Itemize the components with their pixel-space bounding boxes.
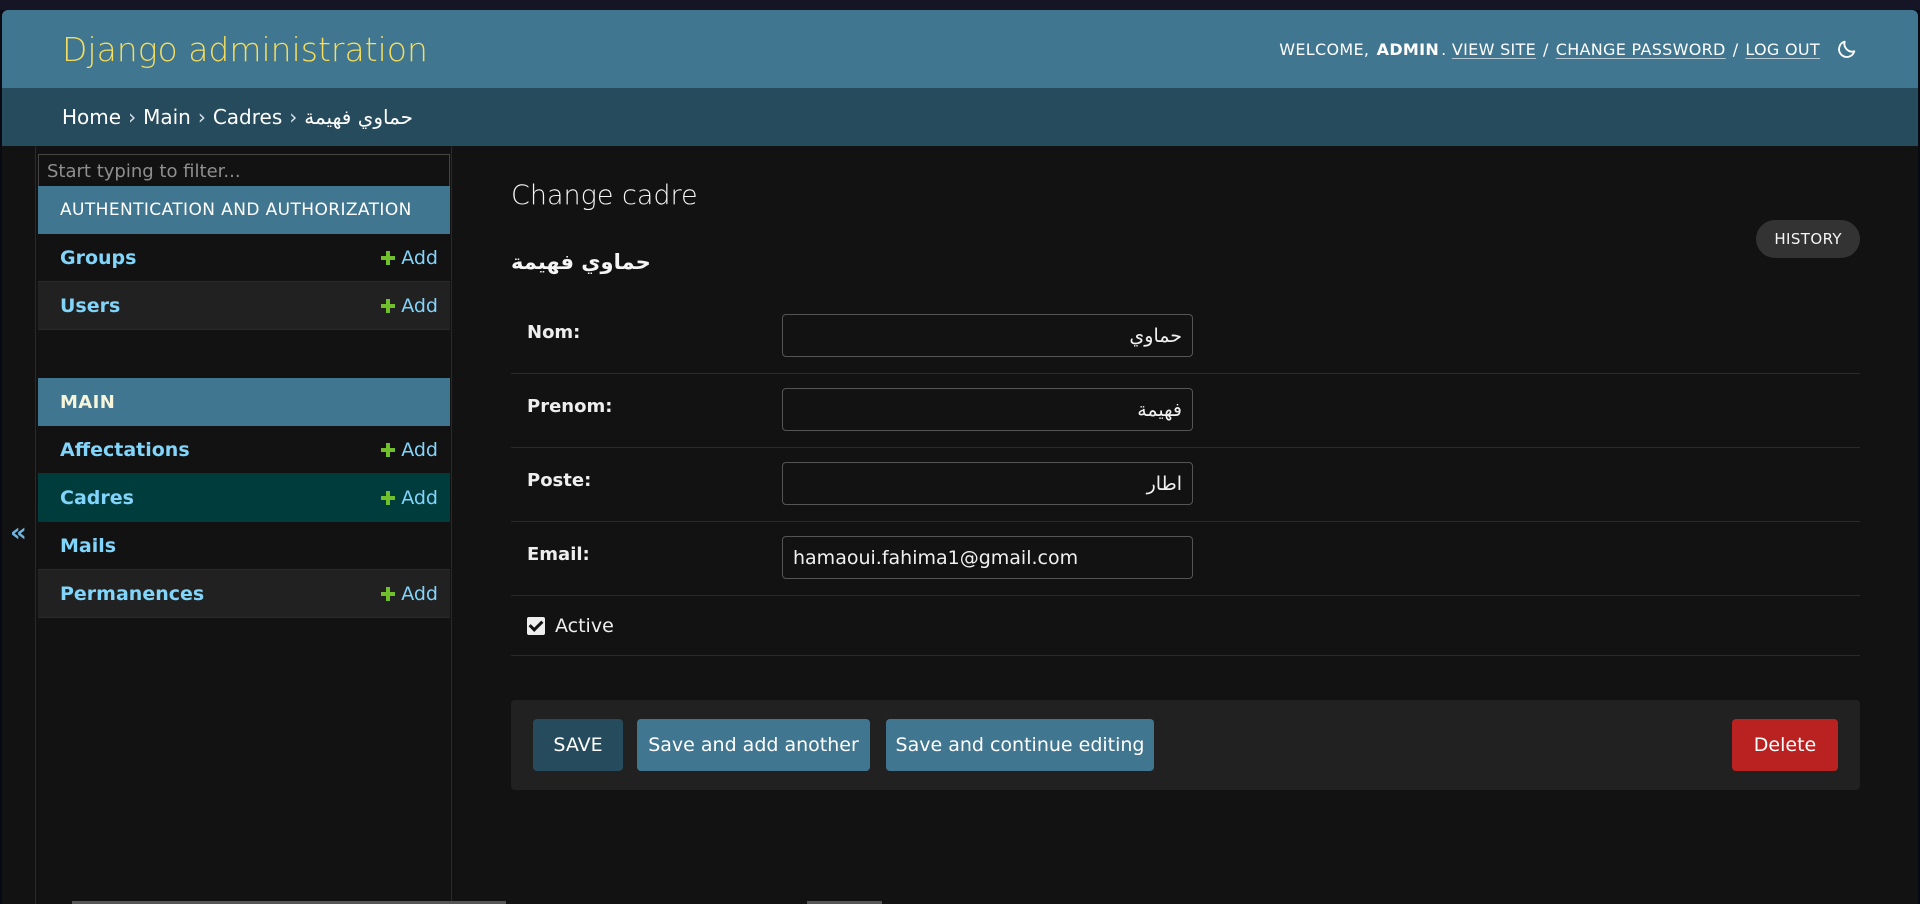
- change-password-link[interactable]: CHANGE PASSWORD: [1556, 40, 1726, 59]
- add-users-link[interactable]: Add: [381, 295, 438, 317]
- add-label: Add: [401, 246, 438, 269]
- breadcrumb-main[interactable]: Main: [143, 105, 191, 129]
- plus-icon: [381, 298, 396, 313]
- permanences-link[interactable]: Permanences: [60, 583, 204, 605]
- add-label: Add: [401, 294, 438, 317]
- page-title: Change cadre: [511, 180, 698, 211]
- user-tools: WELCOME, ADMIN . VIEW SITE / CHANGE PASS…: [1279, 38, 1858, 60]
- add-label: Add: [401, 486, 438, 509]
- breadcrumb-home[interactable]: Home: [62, 105, 121, 129]
- separator: /: [1543, 39, 1549, 59]
- nav-filter-input[interactable]: [38, 154, 450, 188]
- active-checkbox[interactable]: [527, 616, 545, 635]
- form-row-active: Active: [511, 596, 1860, 656]
- plus-icon: [381, 442, 396, 457]
- breadcrumb-separator: ›: [289, 105, 298, 129]
- breadcrumb-cadres[interactable]: Cadres: [213, 105, 282, 129]
- username: ADMIN: [1376, 39, 1440, 59]
- form-row-prenom: Prenom:: [511, 374, 1860, 448]
- plus-icon: [381, 250, 396, 265]
- form-row-email: Email:: [511, 522, 1860, 596]
- sidebar-item-permanences: Permanences Add: [38, 570, 450, 618]
- collapse-sidebar-button[interactable]: «: [10, 518, 27, 548]
- add-label: Add: [401, 438, 438, 461]
- plus-icon: [381, 490, 396, 505]
- view-site-link[interactable]: VIEW SITE: [1452, 40, 1536, 59]
- active-label[interactable]: Active: [555, 615, 614, 637]
- form-row-poste: Poste:: [511, 448, 1860, 522]
- form-row-nom: Nom:: [511, 300, 1860, 374]
- prenom-input[interactable]: [782, 388, 1193, 431]
- module-caption-main[interactable]: MAIN: [38, 378, 450, 426]
- sidebar-collapse-bar[interactable]: «: [2, 146, 36, 904]
- add-affectations-link[interactable]: Add: [381, 439, 438, 461]
- history-button[interactable]: HISTORY: [1756, 220, 1860, 258]
- sidebar-item-users: Users Add: [38, 282, 450, 330]
- add-label: Add: [401, 582, 438, 605]
- sidebar-item-mails: Mails: [38, 522, 450, 570]
- welcome-text: WELCOME,: [1279, 39, 1370, 59]
- plus-icon: [381, 586, 396, 601]
- nav-sidebar: AUTHENTICATION AND AUTHORIZATION Groups …: [36, 146, 452, 904]
- save-button[interactable]: SAVE: [533, 719, 623, 771]
- moon-icon[interactable]: [1836, 38, 1858, 60]
- log-out-link[interactable]: LOG OUT: [1745, 40, 1820, 59]
- sidebar-item-groups: Groups Add: [38, 234, 450, 282]
- submit-row: SAVE Save and add another Save and conti…: [511, 700, 1860, 790]
- add-cadres-link[interactable]: Add: [381, 487, 438, 509]
- delete-button[interactable]: Delete: [1732, 719, 1838, 771]
- admin-window: Django administration WELCOME, ADMIN . V…: [2, 10, 1918, 904]
- poste-input[interactable]: [782, 462, 1193, 505]
- add-permanences-link[interactable]: Add: [381, 583, 438, 605]
- save-and-add-another-button[interactable]: Save and add another: [637, 719, 870, 771]
- separator: /: [1732, 39, 1739, 59]
- email-input[interactable]: [782, 536, 1193, 579]
- users-link[interactable]: Users: [60, 295, 120, 317]
- mails-link[interactable]: Mails: [60, 535, 116, 557]
- email-label: Email:: [527, 544, 590, 565]
- cadres-link[interactable]: Cadres: [60, 487, 134, 509]
- breadcrumb-current: حماوي فهيمة: [304, 105, 414, 129]
- browser-top-strip: [0, 0, 1920, 10]
- site-header: Django administration WELCOME, ADMIN . V…: [2, 10, 1918, 88]
- save-and-continue-button[interactable]: Save and continue editing: [886, 719, 1154, 771]
- breadcrumb-separator: ›: [197, 105, 206, 129]
- module-caption-auth[interactable]: AUTHENTICATION AND AUTHORIZATION: [38, 186, 450, 234]
- object-name: حماوي فهيمة: [511, 250, 651, 274]
- nom-label: Nom:: [527, 322, 581, 343]
- poste-label: Poste:: [527, 470, 592, 491]
- prenom-label: Prenom:: [527, 396, 613, 417]
- breadcrumb: Home › Main › Cadres › حماوي فهيمة: [2, 88, 1918, 146]
- nom-input[interactable]: [782, 314, 1193, 357]
- site-brand[interactable]: Django administration: [62, 30, 428, 69]
- main-content: Change cadre HISTORY حماوي فهيمة Nom: Pr…: [453, 146, 1918, 904]
- groups-link[interactable]: Groups: [60, 247, 136, 269]
- affectations-link[interactable]: Affectations: [60, 439, 190, 461]
- sidebar-item-affectations: Affectations Add: [38, 426, 450, 474]
- sidebar-item-cadres: Cadres Add: [38, 474, 450, 522]
- breadcrumb-separator: ›: [128, 105, 137, 129]
- add-groups-link[interactable]: Add: [381, 247, 438, 269]
